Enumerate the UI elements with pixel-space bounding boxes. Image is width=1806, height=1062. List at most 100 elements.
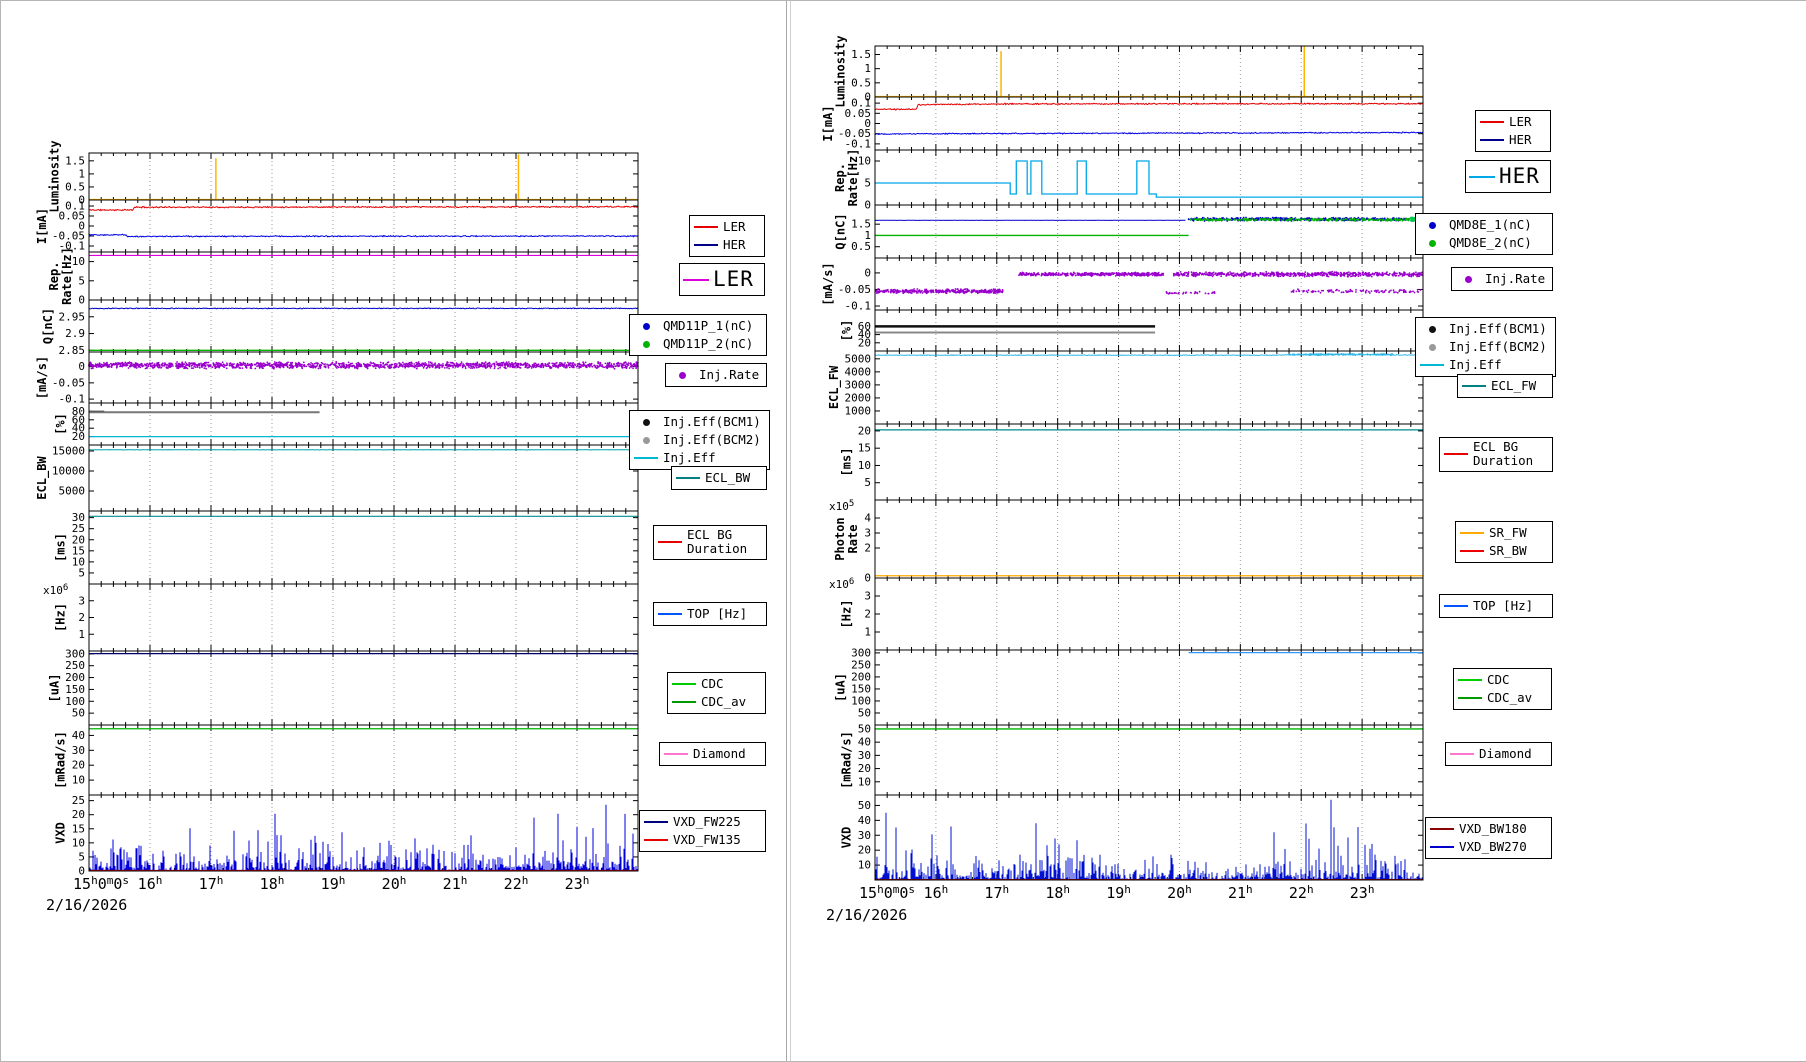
subplot-right-inj-rate: 0-0.05-0.1[mA/s] <box>791 258 1806 311</box>
legend-entry: Diamond <box>663 745 762 763</box>
legend-entry: CDC <box>1457 671 1548 689</box>
line-sample-icon <box>693 226 719 228</box>
line-sample-icon <box>1419 364 1445 366</box>
svg-text:3: 3 <box>78 594 85 607</box>
subplot-left-current: 0.10.050-0.05-0.1I[mA] <box>1 200 787 253</box>
legend-label: Inj.Eff(BCM2) <box>1449 340 1547 354</box>
legend-label: LER <box>1509 115 1532 129</box>
legend-label: ECL_FW <box>1491 379 1536 393</box>
marker-dot-icon <box>1419 326 1445 333</box>
svg-text:0.5: 0.5 <box>65 180 85 193</box>
legend-entry: LER <box>693 218 761 236</box>
legend-entry: SR_FW <box>1459 524 1549 542</box>
legend-entry: QMD11P_2(nC) <box>633 335 763 353</box>
svg-text:I[mA]: I[mA] <box>821 105 835 141</box>
svg-text:21h: 21h <box>443 874 468 893</box>
legend-entry: VXD_BW180 <box>1429 820 1548 838</box>
legend-left-cdc: CDCCDC_av <box>667 672 766 714</box>
marker-dot-icon <box>669 372 695 379</box>
subplot-right-diamond: 5040302010[mRad/s] <box>791 725 1806 796</box>
legend-entry: ECL_FW <box>1461 377 1549 395</box>
legend-label: Inj.Eff <box>663 451 716 465</box>
svg-text:23h: 23h <box>565 874 590 893</box>
svg-text:1: 1 <box>78 628 85 641</box>
svg-text:[mRad/s]: [mRad/s] <box>54 731 68 789</box>
legend-label: QMD8E_2(nC) <box>1449 236 1532 250</box>
line-sample-icon <box>1449 753 1475 755</box>
line-sample-icon <box>643 821 669 823</box>
legend-entry: Inj.Rate <box>669 366 763 384</box>
svg-text:40: 40 <box>72 729 85 742</box>
svg-text:2.9: 2.9 <box>65 327 85 340</box>
svg-text:15h0m0s: 15h0m0s <box>73 874 129 893</box>
svg-text:5: 5 <box>864 177 871 190</box>
legend-left-diamond: Diamond <box>659 742 766 766</box>
legend-label: HER <box>723 238 746 252</box>
legend-label: TOP [Hz] <box>1473 599 1533 613</box>
svg-text:22h: 22h <box>504 874 529 893</box>
legend-entry: QMD11P_1(nC) <box>633 317 763 335</box>
legend-entry: ECL BG Duration <box>1443 440 1549 469</box>
marker-dot-icon <box>1419 222 1445 229</box>
legend-entry: QMD8E_2(nC) <box>1419 234 1549 252</box>
svg-text:5000: 5000 <box>59 485 86 498</box>
line-sample-icon <box>633 457 659 459</box>
line-sample-icon <box>657 613 683 615</box>
legend-label: TOP [Hz] <box>687 607 747 621</box>
marker-dot-icon <box>633 419 659 426</box>
svg-text:0.5: 0.5 <box>851 240 871 253</box>
svg-text:Rate[Hz]: Rate[Hz] <box>60 247 74 305</box>
line-sample-icon <box>1459 532 1485 534</box>
legend-label: ECL_BW <box>705 471 750 485</box>
line-sample-icon <box>671 683 697 685</box>
svg-text:1.5: 1.5 <box>851 48 871 61</box>
legend-label: HER <box>1499 164 1540 188</box>
svg-text:15: 15 <box>72 822 85 835</box>
legend-left-top-rate: TOP [Hz] <box>653 602 767 626</box>
svg-text:VXD: VXD <box>54 822 68 844</box>
legend-entry: QMD8E_1(nC) <box>1419 216 1549 234</box>
svg-text:2: 2 <box>78 611 85 624</box>
subplot-right-charge: 1.510.5Q[nC] <box>791 205 1806 259</box>
legend-entry: Inj.Eff(BCM2) <box>633 431 766 449</box>
legend-label: Diamond <box>693 747 746 761</box>
subplot-right-ecl-fw: 50004000300020001000ECL_FW <box>791 351 1806 425</box>
legend-left-rep-rate-ler: LER <box>679 263 765 296</box>
svg-text:20: 20 <box>72 759 85 772</box>
svg-text:20: 20 <box>72 430 85 443</box>
date-label-left: 2/16/2026 <box>46 896 127 914</box>
subplot-right-current: 0.10.050-0.05-0.1I[mA] <box>791 97 1806 151</box>
legend-left-inj-rate: Inj.Rate <box>665 363 767 387</box>
line-sample-icon <box>663 753 689 755</box>
legend-entry: Diamond <box>1449 745 1548 763</box>
line-sample-icon <box>693 244 719 246</box>
svg-text:10000: 10000 <box>52 465 85 478</box>
legend-entry: TOP [Hz] <box>657 605 763 623</box>
legend-right-diamond: Diamond <box>1445 742 1552 766</box>
legend-entry: ECL BG Duration <box>657 528 763 557</box>
svg-text:20: 20 <box>72 808 85 821</box>
legend-entry: CDC_av <box>671 693 762 711</box>
legend-entry: Inj.Rate <box>1455 270 1549 288</box>
legend-entry: VXD_BW270 <box>1429 838 1548 856</box>
legend-right-cdc: CDCCDC_av <box>1453 668 1552 710</box>
svg-text:25: 25 <box>72 794 85 807</box>
subplot-right-top-rate: 321[Hz]x106 <box>791 578 1806 651</box>
legend-label: ECL BG Duration <box>687 528 747 557</box>
line-sample-icon <box>671 701 697 703</box>
legend-entry: Inj.Eff(BCM2) <box>1419 338 1552 356</box>
marker-dot-icon <box>1419 344 1445 351</box>
line-sample-icon <box>1479 139 1505 141</box>
subplot-right-cdc: 30025020015010050[uA] <box>791 650 1806 726</box>
svg-text:-0.05: -0.05 <box>52 376 85 389</box>
legend-label: Inj.Eff(BCM1) <box>1449 322 1547 336</box>
legend-entry: SR_BW <box>1459 542 1549 560</box>
svg-text:16h: 16h <box>138 874 163 893</box>
legend-label: VXD_BW270 <box>1459 840 1527 854</box>
svg-text:Rep.: Rep. <box>833 163 847 192</box>
svg-text:Rep.: Rep. <box>47 262 61 291</box>
svg-text:x106: x106 <box>43 583 68 597</box>
legend-entry: TOP [Hz] <box>1443 597 1549 615</box>
svg-text:5: 5 <box>78 274 85 287</box>
legend-entry: Inj.Eff <box>1419 356 1552 374</box>
